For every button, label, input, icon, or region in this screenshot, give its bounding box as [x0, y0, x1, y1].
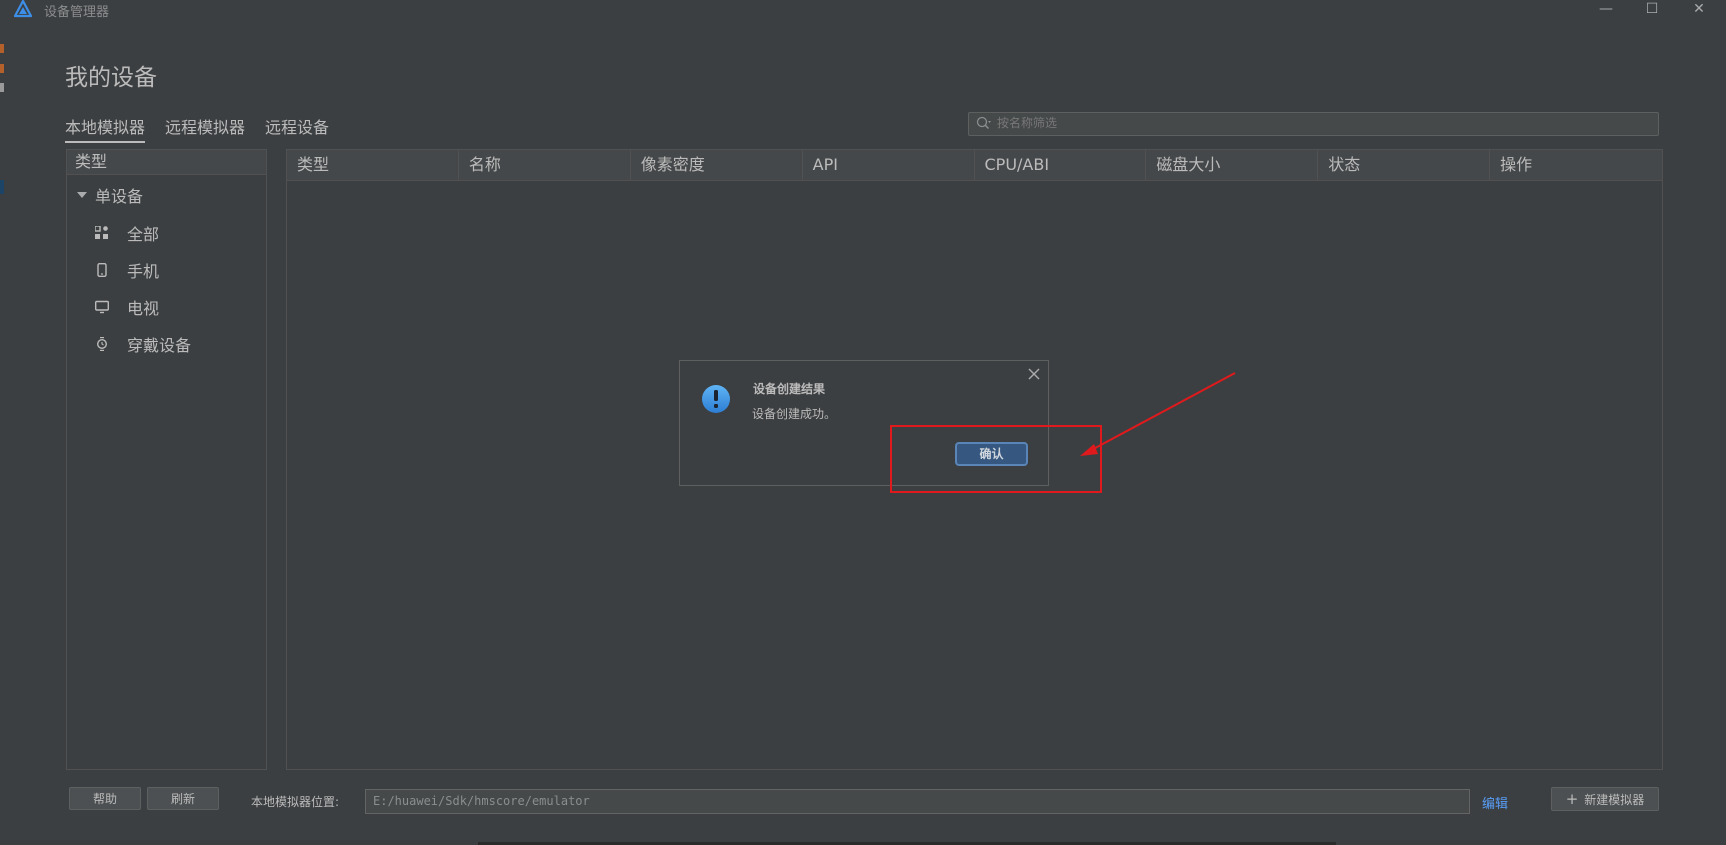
search-icon: [976, 116, 991, 130]
location-field[interactable]: E:/huawei/Sdk/hmscore/emulator: [365, 789, 1470, 814]
tv-icon: [95, 300, 109, 314]
column-header-api[interactable]: API: [803, 150, 975, 180]
app-logo-icon: [14, 0, 32, 18]
dialog-title: 设备创建结果: [753, 382, 826, 396]
location-label: 本地模拟器位置:: [251, 795, 340, 809]
help-button[interactable]: 帮助: [69, 787, 141, 810]
search-box[interactable]: [968, 112, 1659, 136]
window-title: 设备管理器: [44, 5, 110, 20]
column-header-actions[interactable]: 操作: [1490, 150, 1662, 180]
tree-item-label: 手机: [127, 262, 160, 281]
tree-item-label: 全部: [127, 225, 160, 244]
tree-item-label: 电视: [127, 299, 160, 318]
new-emulator-label: 新建模拟器: [1584, 792, 1645, 807]
tree-item-phone[interactable]: 手机: [95, 258, 159, 282]
tab-remote-device[interactable]: 远程设备: [265, 114, 329, 143]
tree-item-tv[interactable]: 电视: [95, 295, 159, 319]
tree-item-label: 穿戴设备: [127, 336, 192, 355]
tree-group-label: 单设备: [95, 187, 144, 206]
category-header: 类型: [67, 150, 266, 175]
table-header: 类型 名称 像素密度 API CPU/ABI 磁盘大小 状态 操作: [287, 150, 1662, 181]
new-emulator-button[interactable]: + 新建模拟器: [1551, 787, 1659, 811]
tree-group-single-device[interactable]: 单设备: [77, 183, 143, 207]
dialog-message: 设备创建成功。: [752, 407, 837, 421]
minimize-button[interactable]: —: [1586, 0, 1626, 18]
close-icon[interactable]: [1027, 367, 1041, 381]
info-icon: [702, 385, 730, 413]
close-window-button[interactable]: ✕: [1679, 0, 1719, 18]
column-header-density[interactable]: 像素密度: [631, 150, 803, 180]
edit-link[interactable]: 编辑: [1482, 793, 1508, 812]
tab-bar: 本地模拟器 远程模拟器 远程设备: [65, 114, 329, 143]
background-window-edge: [0, 30, 5, 590]
column-header-type[interactable]: 类型: [287, 150, 459, 180]
refresh-button[interactable]: 刷新: [147, 787, 219, 810]
annotation-arrow-icon: [1080, 372, 1236, 456]
search-input[interactable]: [997, 114, 1647, 132]
plus-icon: +: [1565, 790, 1579, 808]
title-bar: 设备管理器 — ☐ ✕: [0, 0, 1726, 20]
page-title: 我的设备: [65, 65, 157, 91]
phone-icon: [97, 263, 107, 277]
category-panel: 类型 单设备 全部 手机 电视 穿戴设备: [66, 149, 267, 770]
all-devices-icon: [95, 226, 108, 239]
maximize-button[interactable]: ☐: [1632, 0, 1672, 18]
column-header-name[interactable]: 名称: [459, 150, 631, 180]
expand-triangle-icon[interactable]: [77, 192, 87, 198]
column-header-disk-size[interactable]: 磁盘大小: [1146, 150, 1319, 180]
tab-local-emulator[interactable]: 本地模拟器: [65, 114, 146, 143]
column-header-cpu-abi[interactable]: CPU/ABI: [975, 150, 1147, 180]
tree-item-wearable[interactable]: 穿戴设备: [95, 332, 191, 356]
tree-item-all[interactable]: 全部: [95, 221, 159, 245]
column-header-status[interactable]: 状态: [1318, 150, 1491, 180]
tab-remote-emulator[interactable]: 远程模拟器: [165, 114, 245, 143]
watch-icon: [96, 337, 108, 351]
